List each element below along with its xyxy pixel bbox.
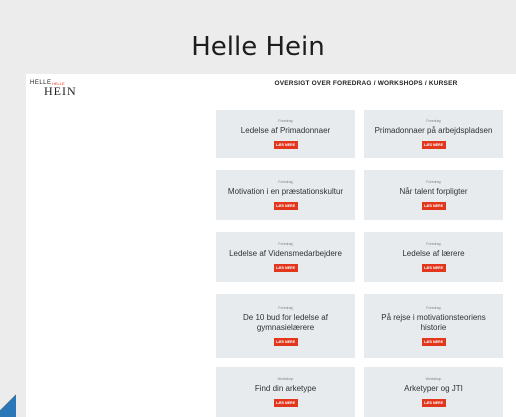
card-title: Ledelse af Vidensmedarbejdere (229, 249, 342, 258)
card-category: Foredrag (426, 306, 441, 310)
read-more-button[interactable]: LÆS MERE (421, 399, 446, 407)
course-card: Workshop Find din arketype LÆS MERE (216, 367, 355, 417)
card-category: Foredrag (426, 242, 441, 246)
card-title: Ledelse af Primadonnaer (240, 126, 331, 135)
read-more-button[interactable]: LÆS MERE (273, 338, 298, 346)
presentation-slide: Helle Hein HELLE HELLE HEIN OVERSIGT OVE… (0, 0, 516, 417)
course-card: Foredrag På rejse i motivationsteoriens … (364, 294, 503, 358)
read-more-button[interactable]: LÆS MERE (421, 141, 446, 149)
card-category: Foredrag (278, 306, 293, 310)
card-category: Foredrag (278, 119, 293, 123)
course-card: Foredrag De 10 bud for ledelse af gymnas… (216, 294, 355, 358)
logo-bottom-text: HEIN (44, 84, 77, 98)
card-category: Foredrag (426, 119, 441, 123)
read-more-button[interactable]: LÆS MERE (273, 399, 298, 407)
read-more-button[interactable]: LÆS MERE (421, 264, 446, 272)
read-more-button[interactable]: LÆS MERE (273, 264, 298, 272)
slide-title: Helle Hein (191, 32, 325, 62)
card-category: Workshop (425, 377, 442, 381)
site-logo[interactable]: HELLE HELLE HEIN (30, 80, 90, 100)
card-title: Motivation i en præstationskultur (227, 187, 344, 196)
course-card: Foredrag Ledelse af Primadonnaer LÆS MER… (216, 110, 355, 158)
course-card: Foredrag Motivation i en præstationskult… (216, 170, 355, 220)
card-title: På rejse i motivationsteoriens historie (381, 313, 486, 332)
card-category: Foredrag (278, 242, 293, 246)
slide-corner-decoration (0, 387, 16, 417)
page-heading: OVERSIGT OVER FOREDRAG / WORKSHOPS / KUR… (274, 80, 458, 87)
card-category: Workshop (277, 377, 294, 381)
website-screenshot: HELLE HELLE HEIN OVERSIGT OVER FOREDRAG … (26, 74, 516, 417)
read-more-button[interactable]: LÆS MERE (421, 202, 446, 210)
course-card: Foredrag Primadonnaer på arbejdspladsen … (364, 110, 503, 158)
card-title: Arketyper og JTI (404, 384, 463, 393)
card-title: Find din arketype (254, 384, 317, 393)
read-more-button[interactable]: LÆS MERE (273, 202, 298, 210)
card-title: Når talent forpligter (399, 187, 468, 196)
course-card: Foredrag Ledelse af lærere LÆS MERE (364, 232, 503, 282)
card-title: Primadonnaer på arbejdspladsen (374, 126, 493, 135)
read-more-button[interactable]: LÆS MERE (421, 338, 446, 346)
course-card: Workshop Arketyper og JTI LÆS MERE (364, 367, 503, 417)
card-category: Foredrag (426, 180, 441, 184)
card-title: De 10 bud for ledelse af gymnasielærere (243, 313, 328, 332)
read-more-button[interactable]: LÆS MERE (273, 141, 298, 149)
card-title: Ledelse af lærere (402, 249, 465, 258)
course-card: Foredrag Ledelse af Vidensmedarbejdere L… (216, 232, 355, 282)
course-card: Foredrag Når talent forpligter LÆS MERE (364, 170, 503, 220)
card-category: Foredrag (278, 180, 293, 184)
